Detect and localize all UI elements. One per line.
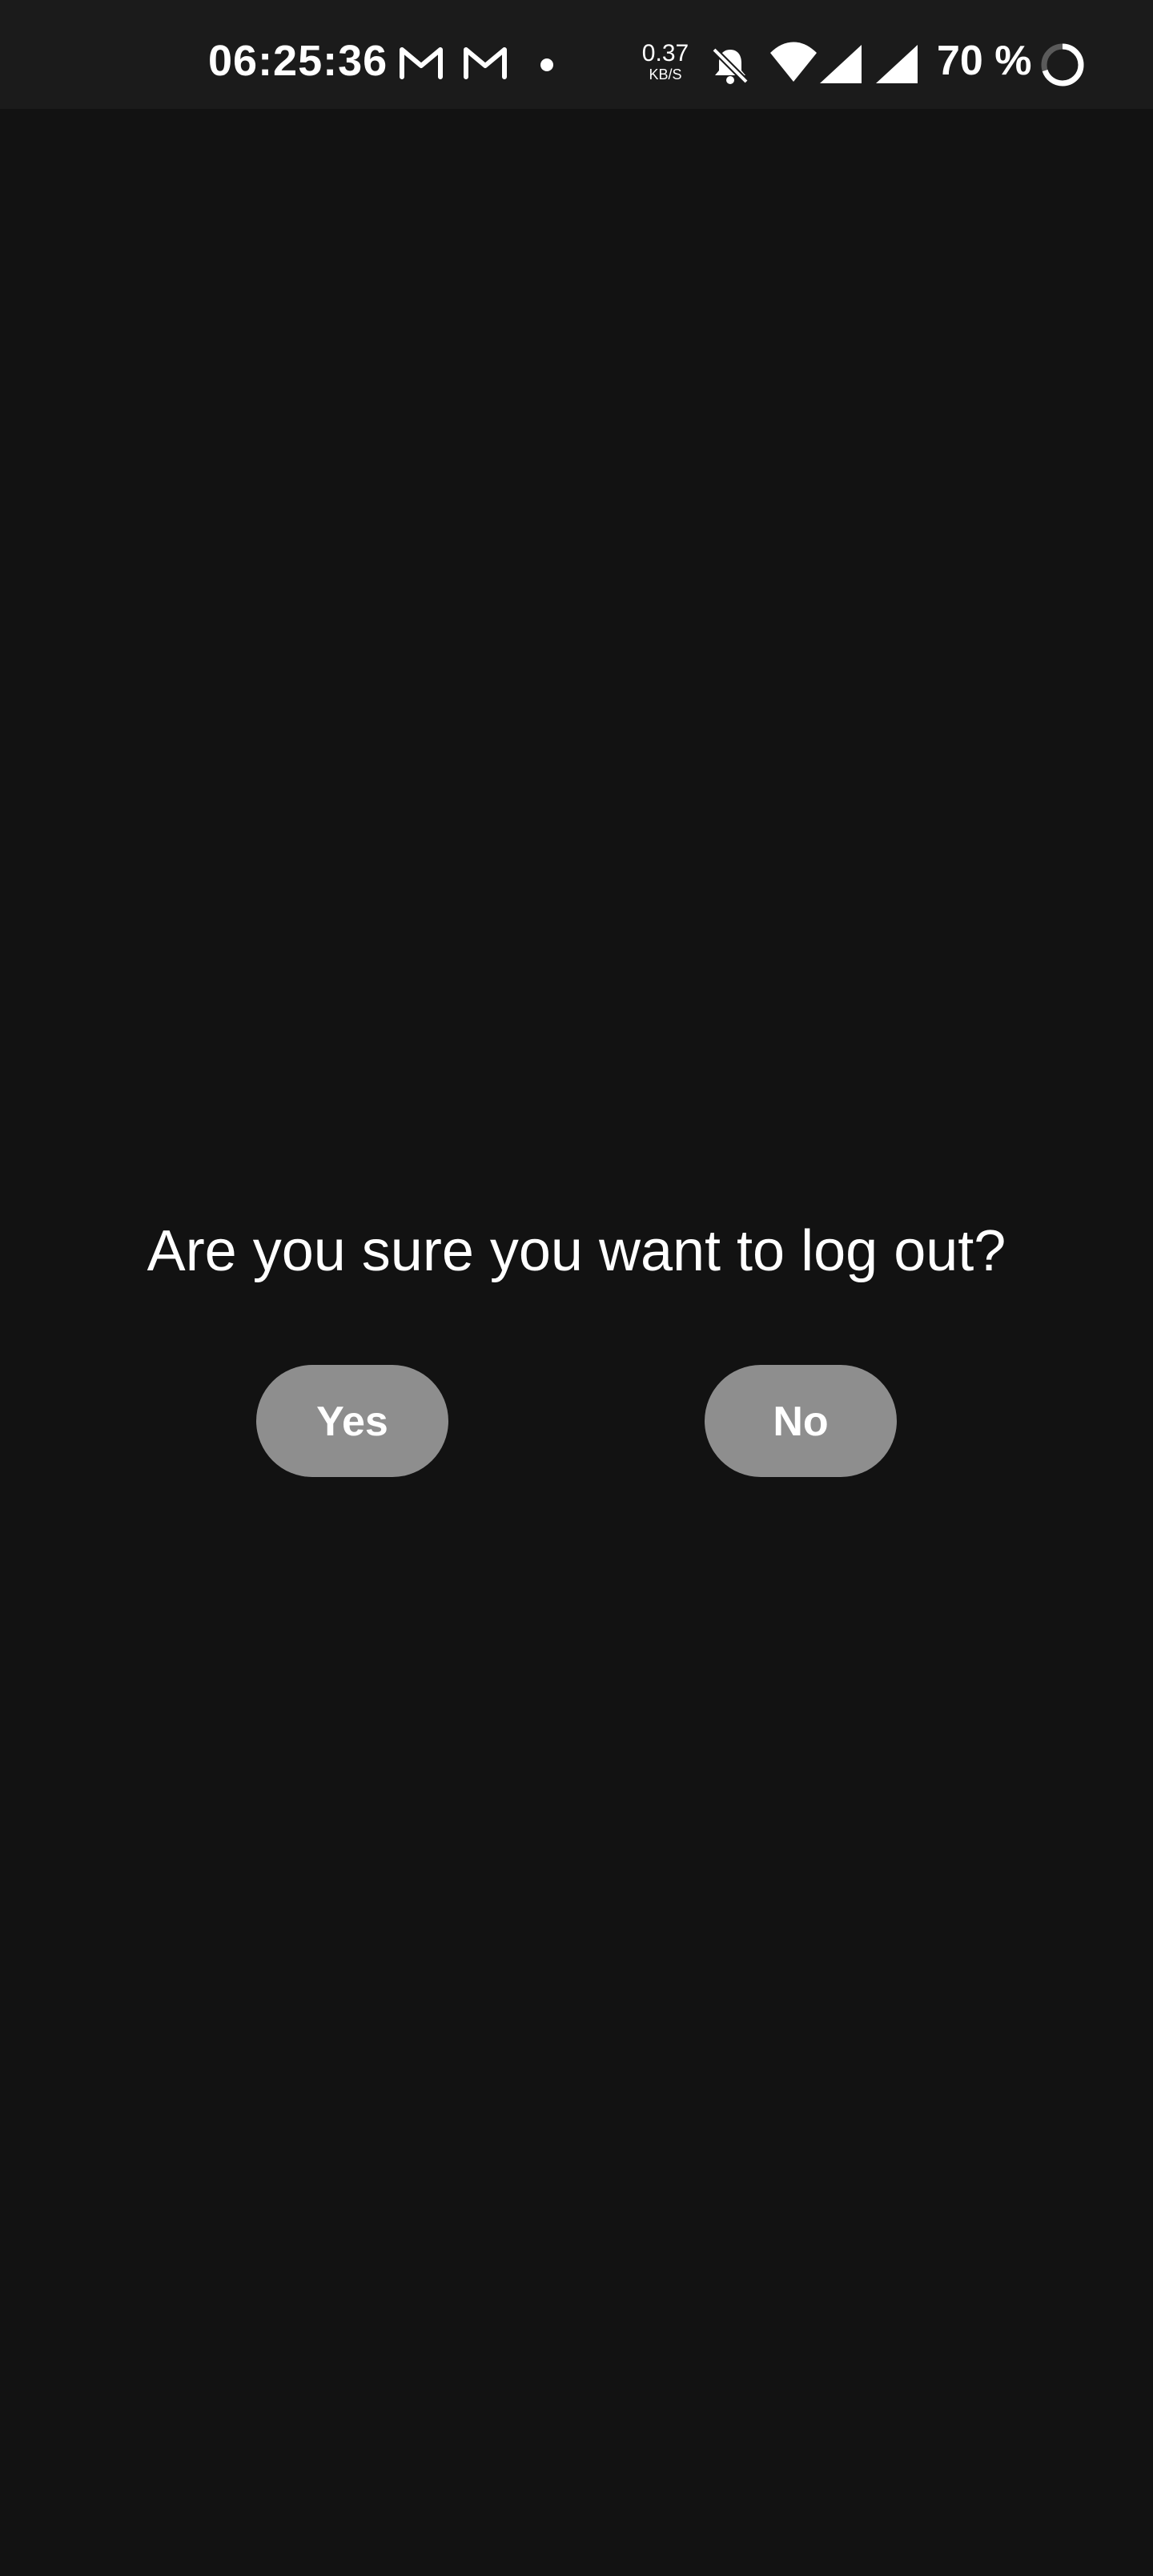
network-speed-unit: KB/S [649,66,682,83]
cell-signal-icon [876,45,918,83]
battery-text: 70 % [937,38,1032,84]
status-time: 06:25:36 [208,37,388,85]
yes-button[interactable]: Yes [256,1365,448,1477]
logout-dialog: Are you sure you want to log out? Yes No [0,109,1153,2576]
cell-signal-icon [820,45,862,83]
gmail-icon [400,47,443,79]
status-bar: 06:25:36 0.37 KB/S x 70 % [0,0,1153,109]
gmail-icon [464,47,507,79]
no-button[interactable]: No [705,1365,897,1477]
dot-icon [540,58,553,71]
svg-text:x: x [789,42,800,62]
network-speed: 0.37 KB/S [637,40,693,83]
battery-ring-icon [1041,43,1084,87]
bell-muted-icon [712,47,749,84]
network-speed-value: 0.37 [641,40,689,66]
logout-prompt: Are you sure you want to log out? [147,1219,1006,1283]
wifi-icon: x [770,42,817,82]
